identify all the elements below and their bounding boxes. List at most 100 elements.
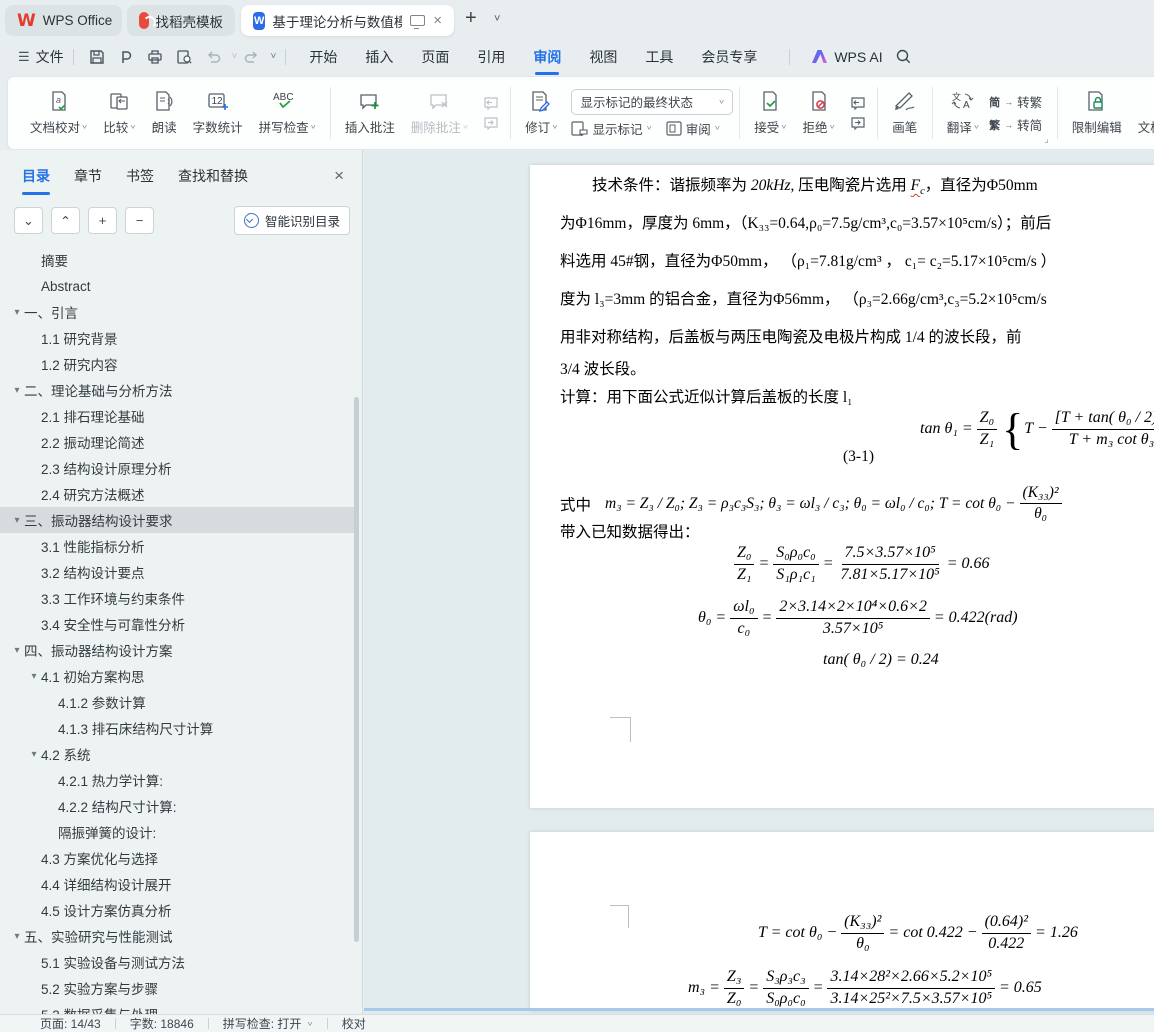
quickbar-chevron-icon[interactable]: ˅ bbox=[271, 51, 277, 62]
menu-item-7[interactable]: 工具 bbox=[645, 47, 673, 67]
export-pdf-icon[interactable] bbox=[116, 46, 137, 67]
word-count-indicator[interactable]: 字数: 18846 bbox=[130, 1015, 194, 1032]
wps-ai-button[interactable]: WPS AI bbox=[811, 49, 883, 65]
toc-expand-all-button[interactable]: ⌄ bbox=[14, 207, 43, 234]
reject-changes-button[interactable]: 拒绝 ˅ bbox=[795, 90, 843, 136]
toc-item[interactable]: ▾ 1.2 研究内容 bbox=[0, 351, 356, 377]
toc-item[interactable]: ▾ 4.1.2 参数计算 bbox=[0, 689, 356, 715]
toc-item[interactable]: ▾ 五、实验研究与性能测试 bbox=[0, 923, 356, 949]
toc-expand-arrow-icon[interactable]: ▾ bbox=[10, 385, 24, 396]
file-menu-button[interactable]: ☰ 文件 bbox=[18, 47, 64, 67]
restrict-editing-button[interactable]: 限制编辑 bbox=[1064, 90, 1130, 136]
tab-document-active[interactable]: W 基于理论分析与数值模拟的排石 × bbox=[241, 5, 454, 36]
toc-item[interactable]: ▾ 4.4 详细结构设计展开 bbox=[0, 871, 356, 897]
menu-item-3[interactable]: 页面 bbox=[421, 47, 449, 67]
toc-item[interactable]: ▾ 4.2.2 结构尺寸计算: bbox=[0, 793, 356, 819]
draw-brush-button[interactable]: 画笔 bbox=[884, 90, 926, 136]
spellcheck-indicator[interactable]: 拼写检查: 打开 bbox=[223, 1015, 302, 1032]
toc-item[interactable]: ▾ 5.2 实验方案与步骤 bbox=[0, 975, 356, 1001]
new-tab-button[interactable]: + bbox=[465, 7, 477, 30]
sidebar-tab-bookmarks[interactable]: 书签 bbox=[126, 166, 154, 186]
toc-item[interactable]: ▾ 3.2 结构设计要点 bbox=[0, 559, 356, 585]
toc-expand-arrow-icon[interactable]: ▾ bbox=[10, 931, 24, 942]
search-icon[interactable] bbox=[893, 46, 914, 67]
sidebar-close-icon[interactable]: × bbox=[334, 166, 344, 186]
toc-item[interactable]: ▾ 1.1 研究背景 bbox=[0, 325, 356, 351]
to-simplified-button[interactable]: 繁 → 转简 bbox=[989, 115, 1042, 134]
toc-zoom-out-button[interactable]: − bbox=[125, 207, 154, 234]
insert-comment-button[interactable]: 插入批注 bbox=[337, 90, 403, 136]
doc-proofread-button[interactable]: a 文档校对 ˅ bbox=[22, 90, 95, 136]
to-traditional-button[interactable]: 简 → 转繁 bbox=[989, 92, 1042, 111]
toc-expand-arrow-icon[interactable]: ▾ bbox=[10, 515, 24, 526]
smart-toc-button[interactable]: 智能识别目录 bbox=[233, 206, 350, 235]
menu-item-4[interactable]: 引用 bbox=[477, 47, 505, 67]
toc-item[interactable]: ▾ 5.3 数据采集与处理 bbox=[0, 1001, 356, 1014]
toc-item[interactable]: ▾ 2.4 研究方法概述 bbox=[0, 481, 356, 507]
toc-item[interactable]: ▾ 4.2 系统 bbox=[0, 741, 356, 767]
sidebar-tab-chapters[interactable]: 章节 bbox=[74, 166, 102, 186]
menu-item-6[interactable]: 视图 bbox=[589, 47, 617, 67]
accept-changes-button[interactable]: 接受 ˅ bbox=[746, 90, 794, 136]
toc-item[interactable]: ▾ 四、振动器结构设计方案 bbox=[0, 637, 356, 663]
review-pane-button[interactable]: 审阅 ˅ bbox=[666, 119, 720, 138]
toc-collapse-all-button[interactable]: ⌄ bbox=[51, 207, 80, 234]
compare-button[interactable]: 比较 ˅ bbox=[95, 90, 143, 136]
toc-item[interactable]: ▾ 5.1 实验设备与测试方法 bbox=[0, 949, 356, 975]
document-scrollbar[interactable] bbox=[364, 1008, 1154, 1011]
toc-item[interactable]: ▾ 二、理论基础与分析方法 bbox=[0, 377, 356, 403]
next-comment-icon[interactable] bbox=[480, 116, 500, 130]
toc-item[interactable]: ▾ 4.2.1 热力学计算: bbox=[0, 767, 356, 793]
redo-icon[interactable] bbox=[242, 46, 263, 67]
group-expand-icon[interactable]: ⌟ bbox=[1044, 134, 1049, 145]
print-preview-icon[interactable] bbox=[174, 46, 195, 67]
toc-expand-arrow-icon[interactable]: ▾ bbox=[10, 645, 24, 656]
toc-item[interactable]: ▾ 4.3 方案优化与选择 bbox=[0, 845, 356, 871]
next-change-icon[interactable] bbox=[847, 116, 867, 130]
toc-item[interactable]: ▾ 4.1.3 排石床结构尺寸计算 bbox=[0, 715, 356, 741]
toc-expand-arrow-icon[interactable]: ▾ bbox=[10, 307, 24, 318]
undo-icon[interactable] bbox=[203, 46, 224, 67]
menu-item-2[interactable]: 插入 bbox=[365, 47, 393, 67]
previous-change-icon[interactable] bbox=[847, 96, 867, 110]
spellcheck-chevron-icon[interactable]: ˅ bbox=[307, 1020, 312, 1028]
menu-item-5[interactable]: 审阅 bbox=[533, 47, 561, 75]
toc-item[interactable]: ▾ 3.1 性能指标分析 bbox=[0, 533, 356, 559]
translate-button[interactable]: 文A 翻译 ˅ bbox=[939, 90, 987, 136]
sidebar-scrollbar[interactable] bbox=[354, 397, 359, 942]
previous-comment-icon[interactable] bbox=[480, 96, 500, 110]
menu-item-1[interactable]: 开始 bbox=[309, 47, 337, 67]
sidebar-tab-find-replace[interactable]: 查找和替换 bbox=[178, 166, 248, 186]
spell-check-button[interactable]: ABC 拼写检查 ˅ bbox=[251, 90, 324, 136]
toc-item[interactable]: ▾ 2.3 结构设计原理分析 bbox=[0, 455, 356, 481]
read-aloud-button[interactable]: 朗读 bbox=[144, 90, 185, 136]
toc-item[interactable]: ▾ 摘要 bbox=[0, 247, 356, 273]
close-tab-icon[interactable]: × bbox=[433, 12, 442, 29]
proofread-button[interactable]: 校对 bbox=[342, 1015, 366, 1032]
undo-chevron-icon[interactable]: ˅ bbox=[232, 51, 238, 62]
delete-comment-button[interactable]: 删除批注 ˅ bbox=[403, 90, 476, 136]
toc-item[interactable]: ▾ 2.1 排石理论基础 bbox=[0, 403, 356, 429]
toc-item[interactable]: ▾ 2.2 振动理论简述 bbox=[0, 429, 356, 455]
page-indicator[interactable]: 页面: 14/43 bbox=[40, 1015, 101, 1032]
menu-item-8[interactable]: 会员专享 bbox=[701, 47, 757, 67]
toc-expand-arrow-icon[interactable]: ▾ bbox=[27, 749, 41, 760]
markup-state-dropdown[interactable]: 显示标记的最终状态 ˅ bbox=[571, 88, 734, 115]
document-page-2[interactable]: T = cot θ₀ − (K₃₃)² θ₀ = cot 0.422 − (0.6… bbox=[530, 832, 1154, 1011]
word-count-button[interactable]: 12 字数统计 bbox=[185, 90, 251, 136]
document-page-1[interactable]: 技术条件：谐振频率为 20kHz, 压电陶瓷片选用 Fc，直径为Φ50mm 为Φ… bbox=[530, 165, 1154, 808]
toc-item[interactable]: ▾ 4.1 初始方案构思 bbox=[0, 663, 356, 689]
print-icon[interactable] bbox=[145, 46, 166, 67]
track-changes-button[interactable]: 修订 ˅ bbox=[517, 90, 565, 136]
sidebar-tab-toc[interactable]: 目录 bbox=[22, 166, 50, 195]
tab-wps-office[interactable]: W WPS Office bbox=[5, 5, 122, 36]
tab-docer-templates[interactable]: 找稻壳模板 bbox=[127, 5, 235, 36]
toc-item[interactable]: ▾ 3.4 安全性与可靠性分析 bbox=[0, 611, 356, 637]
toc-item[interactable]: ▾ 三、振动器结构设计要求 bbox=[0, 507, 356, 533]
toc-zoom-in-button[interactable]: + bbox=[88, 207, 117, 234]
toc-item[interactable]: ▾ Abstract bbox=[0, 273, 356, 299]
toc-item[interactable]: ▾ 一、引言 bbox=[0, 299, 356, 325]
toc-item[interactable]: ▾ 隔振弹簧的设计: bbox=[0, 819, 356, 845]
encrypt-document-button[interactable]: 文档加密 bbox=[1130, 90, 1154, 136]
show-markup-button[interactable]: 显示标记 ˅ bbox=[571, 119, 652, 138]
